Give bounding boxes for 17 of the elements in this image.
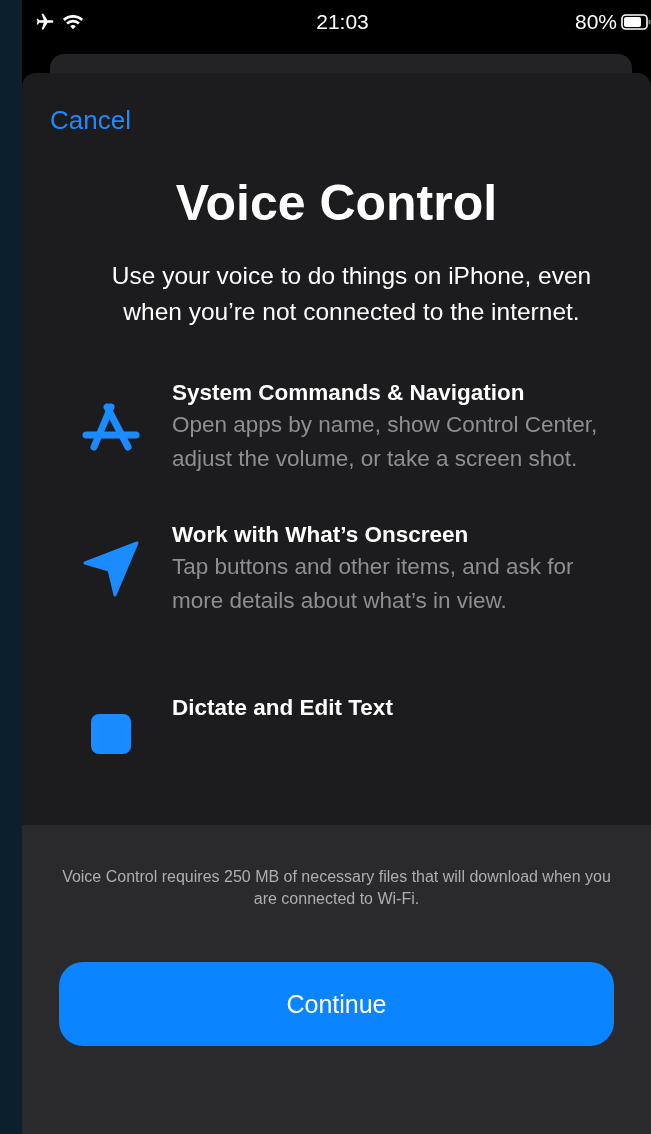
continue-button[interactable]: Continue <box>59 962 614 1046</box>
download-note: Voice Control requires 250 MB of necessary files that will download when you are connected to Wi-Fi. <box>62 867 611 909</box>
feature-description: Open apps by name, show Control Center, adjust the volume, or take a screen shot. <box>172 411 599 473</box>
cancel-button[interactable]: Cancel <box>50 105 131 136</box>
battery-percent: 80% <box>574 10 617 34</box>
airplane-icon <box>34 12 56 32</box>
wifi-icon <box>62 13 84 31</box>
feature-description: Tap buttons and other items, and ask for more details about what’s in view. <box>172 553 575 615</box>
status-time: 21:03 <box>316 10 369 34</box>
sheet-description: Use your voice to do things on iPhone, even when you’re not connected to the internet. <box>110 261 593 327</box>
feature-title: System Commands & Navigation <box>172 379 526 407</box>
feature-title: Work with What’s Onscreen <box>172 521 470 549</box>
app-store-icon <box>82 401 140 453</box>
sheet-title: Voice Control <box>174 174 499 232</box>
feature-title: Dictate and Edit Text <box>172 694 394 722</box>
paper-plane-icon <box>82 541 140 597</box>
battery-icon <box>621 14 651 30</box>
